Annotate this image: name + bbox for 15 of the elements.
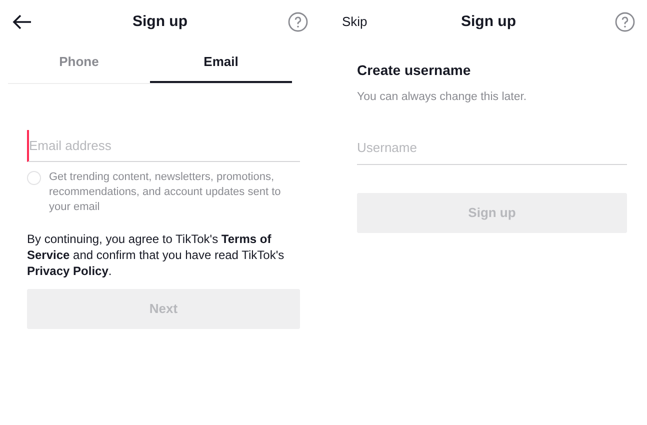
subheading: You can always change this later. [357, 90, 528, 105]
consent-text: By continuing, you agree to TikTok's Terms of Service and confirm that you have read TikTok's Privacy Policy. [27, 231, 286, 279]
back-icon[interactable] [12, 14, 32, 30]
page-title: Sign up [461, 12, 516, 32]
skip-link[interactable]: Skip [342, 12, 368, 32]
email-field[interactable]: Email address [27, 130, 300, 162]
help-icon[interactable] [288, 12, 308, 32]
tab[interactable]: Phone [8, 44, 150, 82]
page-title: Sign up [132, 12, 188, 32]
checkbox[interactable] [27, 171, 41, 185]
tab[interactable]: Email [150, 44, 292, 82]
heading: Create username [357, 61, 472, 80]
opt-in-text: Get trending content, newsletters, promotions, recommendations, and account updates sent to your email [49, 170, 282, 215]
help-icon[interactable] [615, 12, 635, 32]
username-field[interactable]: Username [357, 132, 627, 165]
